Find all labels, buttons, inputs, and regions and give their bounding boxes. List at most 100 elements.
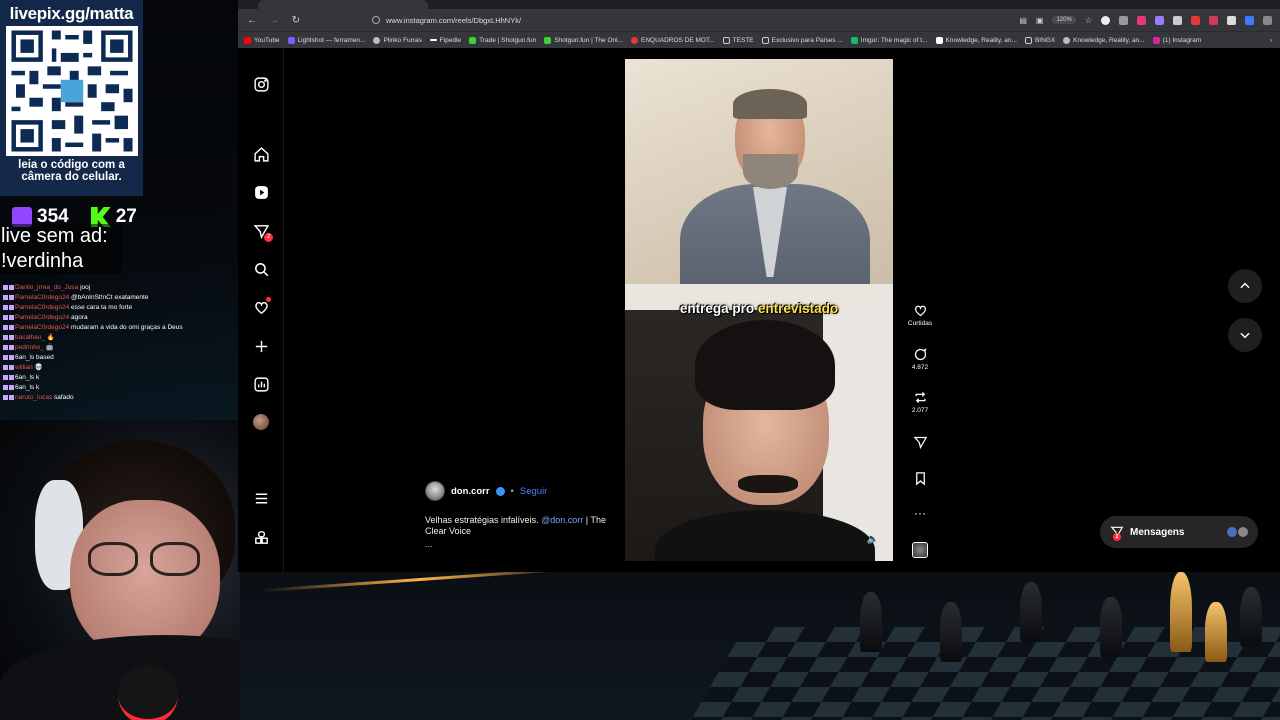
audio-thumbnail[interactable] [904, 542, 936, 558]
reels-icon[interactable] [251, 182, 271, 202]
search-icon[interactable] [251, 259, 271, 279]
extension-icon[interactable] [1227, 15, 1236, 25]
extension-icon[interactable] [1119, 15, 1128, 25]
livepix-title: livepix.gg/matta [9, 4, 134, 23]
livepix-panel: livepix.gg/matta leia o código com a câm… [0, 0, 143, 196]
volume-icon[interactable]: 🔈 [867, 534, 879, 545]
active-tab[interactable] [258, 0, 428, 9]
chat-message: PamelaC0rdego24 agora [3, 313, 188, 323]
author-username[interactable]: don.corr [451, 486, 490, 497]
reposts-count: 2.077 [911, 407, 929, 414]
instagram-logo-icon[interactable] [251, 74, 271, 94]
extension-icon[interactable] [1263, 15, 1272, 25]
address-bar[interactable]: www.instagram.com/reels/DbgxLHhNYk/ [372, 16, 972, 25]
save-button[interactable] [904, 471, 936, 488]
extension-icon[interactable] [1137, 15, 1146, 25]
mention-link[interactable]: @don.corr [541, 515, 583, 525]
cast-icon[interactable]: ▣ [1036, 16, 1044, 25]
bookmark-folder[interactable]: Exclusivo para Países ... [761, 36, 843, 44]
microphone-icon [118, 665, 178, 720]
no-ads-line1: live sem ad: [1, 225, 108, 247]
reader-icon[interactable]: ▤ [1019, 16, 1027, 25]
bookmark-item[interactable]: Imgur: The magic of t... [850, 36, 928, 44]
bookmarks-bar: YouTube Lightshot — ferramen... Plinko F… [238, 31, 1280, 48]
extension-icon[interactable] [1173, 15, 1182, 25]
bookmark-item[interactable]: (1) Instagram [1152, 36, 1201, 44]
messages-badge: 2 [264, 233, 273, 242]
profile-avatar[interactable] [251, 412, 271, 432]
bookmark-item[interactable]: Fipedle [429, 37, 461, 44]
share-icon [912, 436, 927, 450]
reel-subtitle: entrega pro entrevistado [679, 301, 839, 316]
chat-message: 6an_ls based [3, 353, 188, 363]
chat-message: willian 💀 [3, 363, 188, 373]
qr-code [5, 26, 138, 156]
tab-strip [238, 0, 1280, 9]
reel-video-bottom-clip [625, 310, 893, 561]
bookmark-item[interactable]: Plinko Furras [373, 36, 422, 44]
extension-icon[interactable] [1155, 15, 1164, 25]
next-reel-button[interactable] [1228, 318, 1262, 352]
like-button[interactable]: Curtidas [904, 303, 936, 327]
likes-label: Curtidas [907, 320, 933, 327]
more-menu-icon[interactable] [251, 488, 271, 508]
previous-reel-button[interactable] [1228, 269, 1262, 303]
comments-count: 4.872 [911, 364, 929, 371]
home-icon[interactable] [251, 144, 271, 164]
back-icon[interactable]: ← [246, 15, 258, 26]
chevron-up-icon [1240, 282, 1250, 289]
bookmark-item[interactable]: ENQUADROS DE MOT... [630, 36, 715, 44]
messages-button[interactable]: 2 Mensagens [1100, 516, 1258, 548]
chat-message: pedrinho_ 🤖 [3, 343, 188, 353]
no-ads-banner: live sem ad: !verdinha [0, 224, 122, 274]
extension-icon[interactable] [1191, 15, 1200, 25]
site-info-icon[interactable] [372, 16, 380, 24]
extension-icon[interactable] [1245, 15, 1254, 25]
heart-icon [914, 305, 926, 317]
forward-icon[interactable]: → [268, 15, 280, 26]
extension-icon[interactable] [1209, 15, 1218, 25]
chat-message: PamelaC0rdego24 esse cara ta mo forte [3, 303, 188, 313]
messages-avatars [1227, 527, 1248, 537]
bookmark-item[interactable]: Trade | Shotgun.fun [469, 36, 536, 44]
bookmark-star-icon[interactable]: ☆ [1085, 16, 1092, 25]
repost-icon [915, 392, 925, 403]
zoom-indicator[interactable]: 120% [1052, 16, 1076, 24]
chat-message: Danilo_jrrea_do_Jusa jooj [3, 283, 188, 293]
chat-message: naruto_lucas safado [3, 393, 188, 403]
chat-message: PamelaC0rdego24 mudaram a vida do omi gr… [3, 323, 188, 333]
share-button[interactable] [904, 435, 936, 452]
repost-button[interactable]: 2.077 [904, 390, 936, 414]
bookmark-item[interactable]: YouTube [244, 36, 280, 44]
also-from-meta-icon[interactable] [251, 527, 271, 547]
notifications-heart-icon[interactable] [251, 297, 271, 317]
comment-icon [914, 348, 926, 361]
description-more[interactable]: ... [425, 539, 433, 549]
chessboard-background [240, 572, 1280, 720]
reel-video-top-clip [625, 59, 893, 310]
chevron-down-icon [1240, 332, 1250, 339]
verified-badge-icon [495, 486, 505, 496]
reload-icon[interactable]: ↻ [290, 15, 302, 26]
bookmark-item[interactable]: Knowledge, Reality, an... [1063, 36, 1145, 44]
bookmark-item[interactable]: Shotgun.fun | The Onl... [544, 36, 623, 44]
author-avatar[interactable] [425, 481, 445, 501]
dashboard-icon[interactable] [251, 374, 271, 394]
reel-video[interactable]: entrega pro entrevistado 🔈 [625, 59, 893, 561]
extension-icon[interactable] [1101, 15, 1110, 25]
browser-window: ← → ↻ www.instagram.com/reels/DbgxLHhNYk… [238, 0, 1280, 572]
more-options-icon[interactable]: ··· [904, 506, 936, 520]
bookmarks-overflow-icon[interactable]: › [1270, 37, 1272, 44]
messages-icon: 2 [1110, 525, 1124, 541]
chat-message: PamelaC0rdego24 @bAnInSt!nCt exatamente [3, 293, 188, 303]
create-plus-icon[interactable] [251, 336, 271, 356]
bookmark-folder[interactable]: TESTE [722, 36, 754, 44]
reel-description: Velhas estratégias infalíveis. @don.corr… [425, 515, 606, 536]
bookmark-item[interactable]: Lightshot — ferramen... [287, 36, 365, 44]
direct-messages-icon[interactable]: 2 [251, 221, 273, 242]
chat-message: 6an_ls k [3, 383, 188, 393]
follow-button[interactable]: Seguir [520, 486, 547, 497]
bookmark-folder[interactable]: BINGX [1024, 36, 1055, 44]
bookmark-item[interactable]: Knowledge, Reality, an... [935, 36, 1017, 44]
comment-button[interactable]: 4.872 [904, 347, 936, 371]
